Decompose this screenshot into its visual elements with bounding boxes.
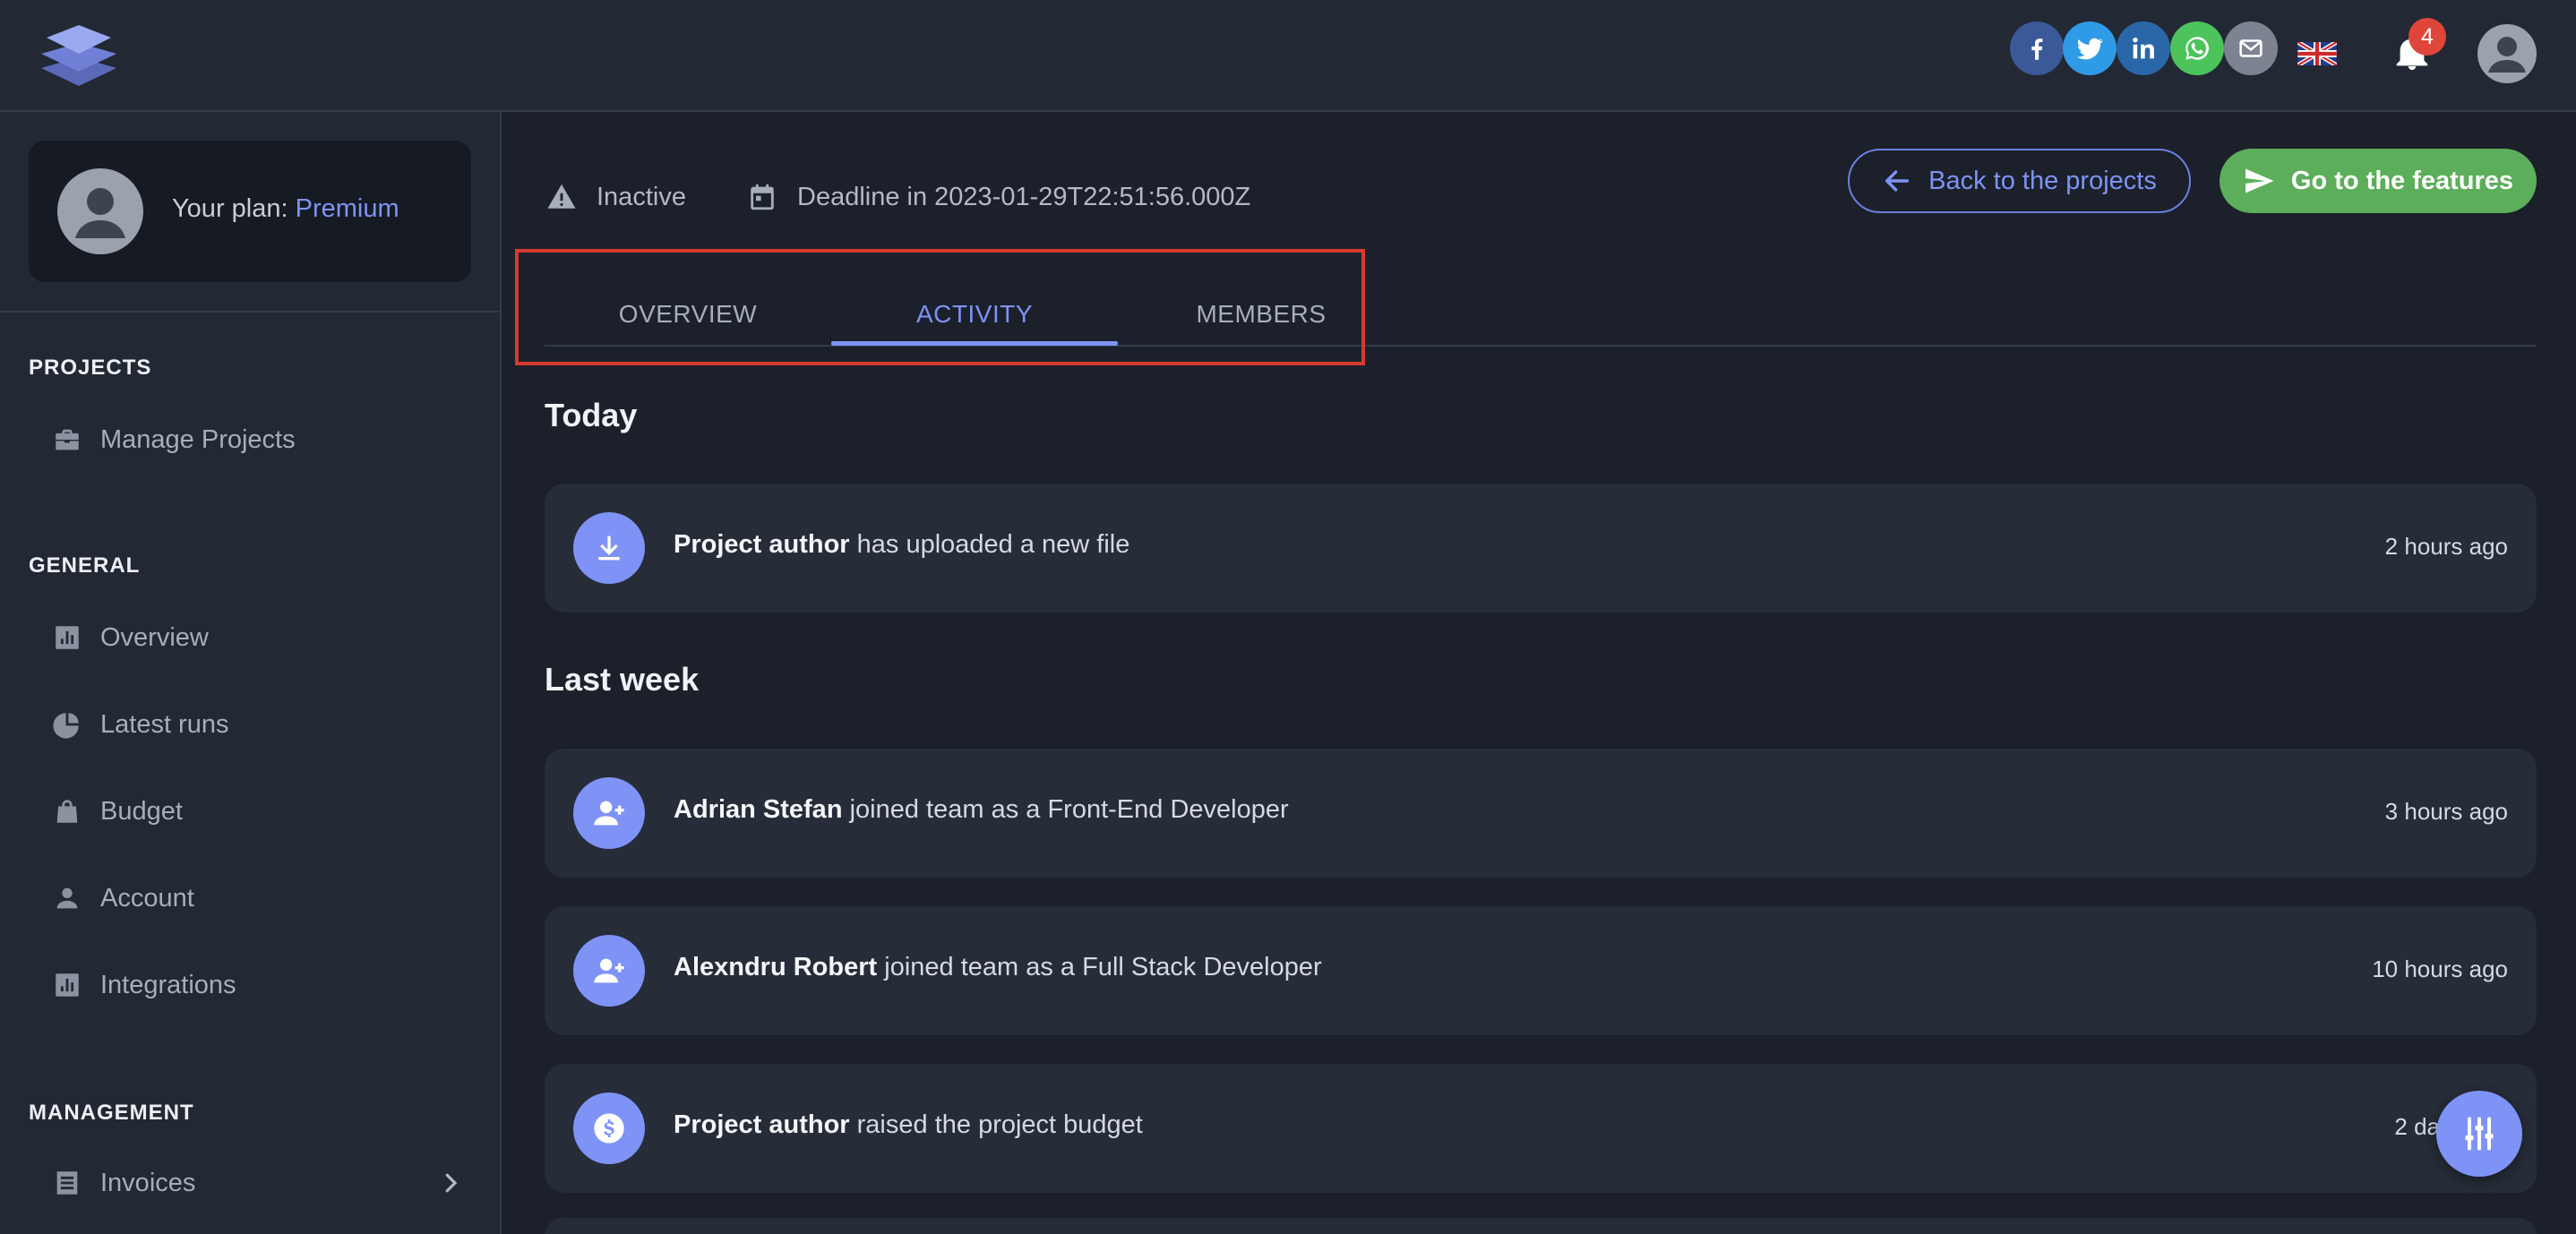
top-bar: 4 [0,0,2576,112]
sidebar-item-label: Manage Projects [100,424,296,454]
person-add-icon [573,777,645,849]
bag-icon [56,800,78,823]
activity-description: has uploaded a new file [849,530,1130,559]
sidebar-item-label: Account [100,883,194,913]
activity-author: Alexndru Robert [674,953,878,981]
invoice-icon [56,1171,78,1195]
back-button-label: Back to the projects [1928,166,2157,195]
activity-item[interactable]: Alexndru Robert joined team as a Full St… [545,906,2537,1035]
activity-author: Adrian Stefan [674,795,843,824]
person-add-icon [573,935,645,1007]
section-title-projects: PROJECTS [29,356,152,380]
dollar-icon [573,1093,645,1164]
activity-description: joined team as a Full Stack Developer [877,953,1322,981]
linkedin-icon[interactable] [2117,21,2170,75]
sidebar-item-overview[interactable]: Overview [52,615,464,660]
sidebar: Your plan: Premium PROJECTS Manage Proje… [0,112,502,1234]
group-title-today: Today [545,397,638,433]
sidebar-item-label: Integrations [100,970,236,999]
activity-item-partial[interactable] [545,1218,2537,1234]
user-avatar[interactable] [2477,24,2537,83]
tab-activity[interactable]: ACTIVITY [831,285,1118,344]
tab-members[interactable]: MEMBERS [1118,285,1404,344]
sidebar-divider [0,311,500,313]
sidebar-item-label: Latest runs [100,709,229,739]
settings-fab-button[interactable] [2436,1091,2522,1177]
notifications-count-badge: 4 [2409,18,2446,56]
activity-author: Project author [674,1110,850,1139]
pie-chart-icon [53,713,79,739]
activity-item[interactable]: Adrian Stefan joined team as a Front-End… [545,749,2537,878]
activity-text: Project author raised the project budget [674,1110,1143,1140]
activity-time: 2 hours ago [2384,533,2508,560]
go-to-features-button[interactable]: Go to the features [2220,149,2537,213]
chevron-right-icon[interactable] [437,1170,464,1196]
activity-text: Project author has uploaded a new file [674,530,1129,560]
arrow-left-icon [1885,170,1910,192]
sidebar-item-label: Budget [100,796,183,826]
bar-chart-icon [56,626,79,649]
plan-value[interactable]: Premium [296,194,399,223]
activity-description: joined team as a Front-End Developer [842,795,1289,824]
project-status: Inactive [546,177,686,217]
tab-overview[interactable]: OVERVIEW [545,285,831,344]
activity-description: raised the project budget [849,1110,1143,1139]
whatsapp-icon[interactable] [2170,21,2224,75]
group-title-last-week: Last week [545,661,700,698]
section-title-general: GENERAL [29,553,141,578]
download-icon [573,512,645,584]
sidebar-item-manage-projects[interactable]: Manage Projects [52,417,464,462]
email-icon[interactable] [2224,21,2278,75]
active-tab-indicator [831,341,1118,346]
back-to-projects-button[interactable]: Back to the projects [1848,149,2191,213]
plan-avatar [57,168,143,254]
sidebar-item-label: Overview [100,622,209,652]
warning-icon [547,184,576,209]
twitter-icon[interactable] [2063,21,2117,75]
activity-time: 2 da [2394,1113,2440,1140]
sidebar-item-latest-runs[interactable]: Latest runs [52,702,464,747]
sidebar-item-invoices[interactable]: Invoices [52,1161,464,1205]
facebook-icon[interactable] [2010,21,2064,75]
activity-item[interactable]: Project author has uploaded a new file 2… [545,484,2537,613]
sidebar-item-integrations[interactable]: Integrations [52,963,464,1007]
plan-label: Your plan: [172,194,296,223]
activity-text: Alexndru Robert joined team as a Full St… [674,953,1322,982]
activity-item[interactable]: Project author raised the project budget… [545,1064,2537,1193]
activity-text: Adrian Stefan joined team as a Front-End… [674,795,1289,825]
logo-layers-icon[interactable] [39,21,118,86]
bar-chart-icon [56,973,79,997]
sidebar-item-account[interactable]: Account [52,876,464,921]
deadline-label: Deadline in 2023-01-29T22:51:56.000Z [797,182,1251,211]
plan-text: Your plan: Premium [172,194,399,224]
send-icon [2245,168,2274,193]
calendar-icon [751,184,774,210]
sidebar-item-label: Invoices [100,1168,196,1197]
activity-author: Project author [674,530,850,559]
project-deadline: Deadline in 2023-01-29T22:51:56.000Z [747,177,1250,217]
uk-flag-icon[interactable] [2297,39,2338,68]
section-title-management: MANAGEMENT [29,1101,194,1125]
person-icon [56,887,78,909]
sidebar-item-budget[interactable]: Budget [52,789,464,834]
briefcase-icon [56,429,79,450]
sliders-icon [2465,1117,2494,1151]
activity-time: 3 hours ago [2384,798,2508,825]
plan-card: Your plan: Premium [29,141,471,282]
status-label: Inactive [597,182,686,211]
features-button-label: Go to the features [2290,166,2514,195]
activity-time: 10 hours ago [2372,955,2508,982]
